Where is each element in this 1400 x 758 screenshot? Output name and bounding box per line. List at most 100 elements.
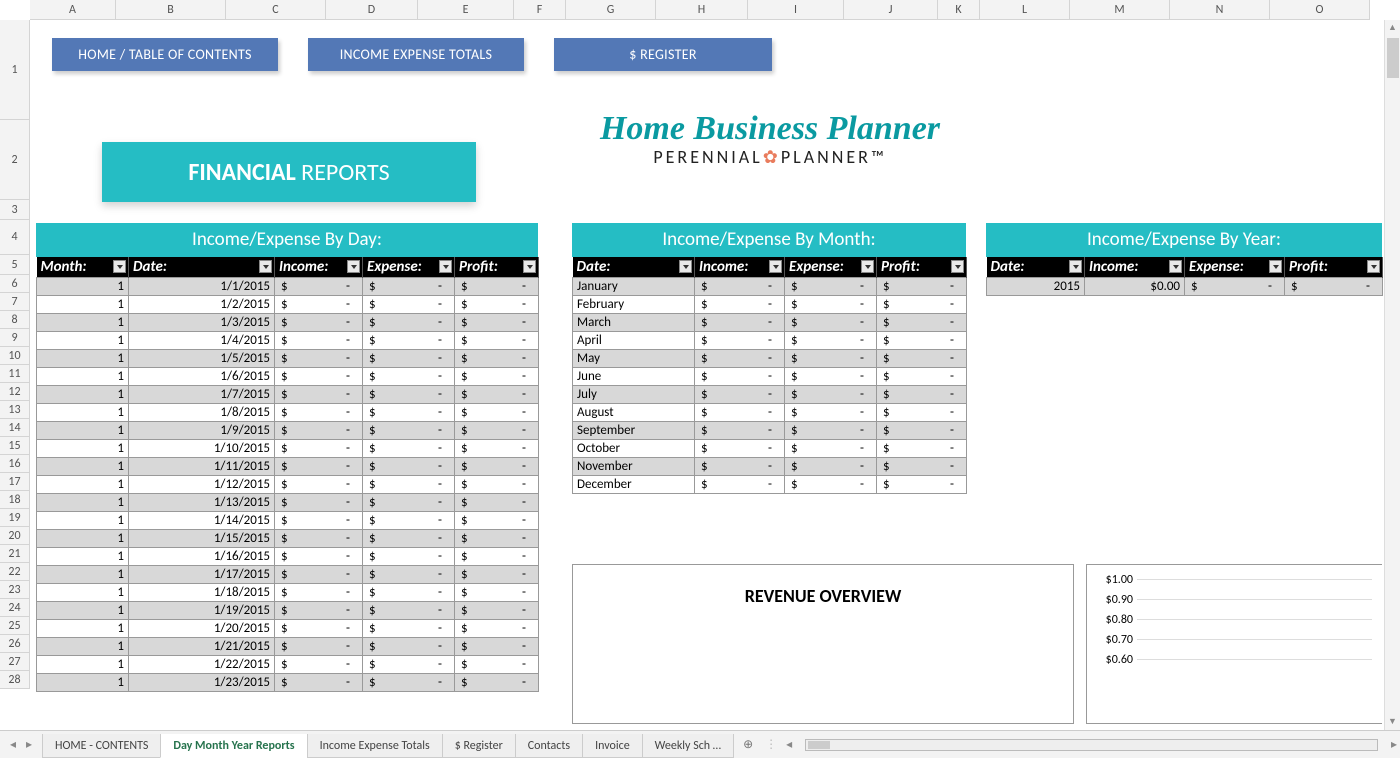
table-cell[interactable]: $- [275, 457, 363, 475]
row-header-4[interactable]: 4 [0, 220, 30, 255]
table-cell[interactable]: February [573, 295, 695, 313]
table-cell[interactable]: 1/3/2015 [129, 313, 275, 331]
filter-dropdown-icon[interactable] [347, 260, 360, 273]
table-cell[interactable]: $- [275, 295, 363, 313]
table-cell[interactable]: $- [877, 403, 967, 421]
column-header-cell[interactable]: Profit: [455, 257, 539, 277]
column-header-cell[interactable]: Date: [573, 257, 695, 277]
table-cell[interactable]: $- [695, 457, 785, 475]
table-cell[interactable]: $- [363, 673, 455, 691]
table-cell[interactable]: $- [275, 367, 363, 385]
row-header-6[interactable]: 6 [0, 275, 30, 293]
table-cell[interactable]: September [573, 421, 695, 439]
table-cell[interactable]: 1/22/2015 [129, 655, 275, 673]
table-cell[interactable]: 1/5/2015 [129, 349, 275, 367]
table-cell[interactable]: $- [363, 457, 455, 475]
table-cell[interactable]: $- [275, 403, 363, 421]
table-cell[interactable]: $- [877, 331, 967, 349]
filter-dropdown-icon[interactable] [1169, 260, 1182, 273]
table-cell[interactable]: 1/21/2015 [129, 637, 275, 655]
table-cell[interactable]: June [573, 367, 695, 385]
tab-nav-prev-icon[interactable]: ◂ [6, 737, 20, 752]
table-cell[interactable]: 1 [37, 349, 129, 367]
table-cell[interactable]: $- [877, 385, 967, 403]
table-cell[interactable]: $- [363, 385, 455, 403]
row-header-26[interactable]: 26 [0, 635, 30, 653]
financial-reports-button[interactable]: FINANCIAL REPORTS [102, 142, 476, 202]
table-cell[interactable]: 1 [37, 583, 129, 601]
table-cell[interactable]: $- [275, 475, 363, 493]
row-header-10[interactable]: 10 [0, 347, 30, 365]
row-header-22[interactable]: 22 [0, 563, 30, 581]
sheet-tab[interactable]: Weekly Sch … [642, 734, 734, 758]
income-expense-totals-button[interactable]: INCOME EXPENSE TOTALS [308, 38, 524, 71]
column-header-I[interactable]: I [748, 0, 844, 20]
table-cell[interactable]: $- [363, 349, 455, 367]
table-cell[interactable]: 1 [37, 673, 129, 691]
table-cell[interactable]: 1/9/2015 [129, 421, 275, 439]
table-cell[interactable]: $- [363, 421, 455, 439]
table-cell[interactable]: $- [455, 493, 539, 511]
table-cell[interactable]: $- [785, 403, 877, 421]
table-cell[interactable]: $- [363, 619, 455, 637]
table-cell[interactable]: $- [363, 637, 455, 655]
filter-dropdown-icon[interactable] [861, 260, 874, 273]
row-header-5[interactable]: 5 [0, 255, 30, 275]
table-cell[interactable]: $- [275, 547, 363, 565]
row-header-19[interactable]: 19 [0, 509, 30, 527]
column-header-L[interactable]: L [980, 0, 1070, 20]
table-cell[interactable]: 1 [37, 457, 129, 475]
row-header-17[interactable]: 17 [0, 473, 30, 491]
table-cell[interactable]: 1/8/2015 [129, 403, 275, 421]
table-cell[interactable]: March [573, 313, 695, 331]
column-header-cell[interactable]: Income: [275, 257, 363, 277]
table-cell[interactable]: 1 [37, 529, 129, 547]
table-cell[interactable]: 1/7/2015 [129, 385, 275, 403]
table-cell[interactable]: 1/6/2015 [129, 367, 275, 385]
table-cell[interactable]: $- [785, 457, 877, 475]
table-cell[interactable]: $- [455, 331, 539, 349]
table-cell[interactable]: $- [363, 511, 455, 529]
column-header-G[interactable]: G [566, 0, 656, 20]
sheet-tab[interactable]: Income Expense Totals [307, 734, 443, 758]
table-cell[interactable]: $- [877, 295, 967, 313]
sheet-tab[interactable]: HOME - CONTENTS [42, 734, 161, 758]
table-cell[interactable]: $- [455, 367, 539, 385]
table-cell[interactable]: 1 [37, 565, 129, 583]
table-cell[interactable]: $- [275, 421, 363, 439]
table-cell[interactable]: 1/17/2015 [129, 565, 275, 583]
column-header-D[interactable]: D [326, 0, 418, 20]
table-cell[interactable]: $- [363, 601, 455, 619]
table-cell[interactable]: 1 [37, 493, 129, 511]
table-cell[interactable]: $- [785, 331, 877, 349]
filter-dropdown-icon[interactable] [951, 260, 964, 273]
table-cell[interactable]: $- [695, 475, 785, 493]
table-cell[interactable]: $- [1285, 277, 1383, 295]
table-cell[interactable]: $- [695, 421, 785, 439]
table-cell[interactable]: $- [695, 349, 785, 367]
hscroll-right-icon[interactable]: ▸ [1388, 737, 1400, 752]
table-cell[interactable]: $- [695, 385, 785, 403]
table-cell[interactable]: $- [275, 313, 363, 331]
table-cell[interactable]: $- [877, 277, 967, 295]
table-cell[interactable]: October [573, 439, 695, 457]
sheet-tab[interactable]: $ Register [442, 734, 516, 758]
table-cell[interactable]: $- [275, 385, 363, 403]
row-header-25[interactable]: 25 [0, 617, 30, 635]
table-cell[interactable]: $- [455, 277, 539, 295]
table-cell[interactable]: $- [275, 655, 363, 673]
table-cell[interactable]: $- [785, 421, 877, 439]
table-cell[interactable]: $- [275, 439, 363, 457]
table-cell[interactable]: $- [275, 601, 363, 619]
scroll-down-icon[interactable]: ▼ [1385, 714, 1400, 730]
column-header-A[interactable]: A [30, 0, 116, 20]
column-header-cell[interactable]: Expense: [363, 257, 455, 277]
table-cell[interactable]: 1 [37, 547, 129, 565]
table-cell[interactable]: $- [695, 331, 785, 349]
table-cell[interactable]: $- [785, 349, 877, 367]
chart-revenue-overview[interactable]: REVENUE OVERVIEW [572, 564, 1074, 724]
column-header-K[interactable]: K [938, 0, 980, 20]
table-cell[interactable]: 1 [37, 277, 129, 295]
add-sheet-button[interactable]: ⊕ [737, 737, 759, 752]
table-cell[interactable]: August [573, 403, 695, 421]
